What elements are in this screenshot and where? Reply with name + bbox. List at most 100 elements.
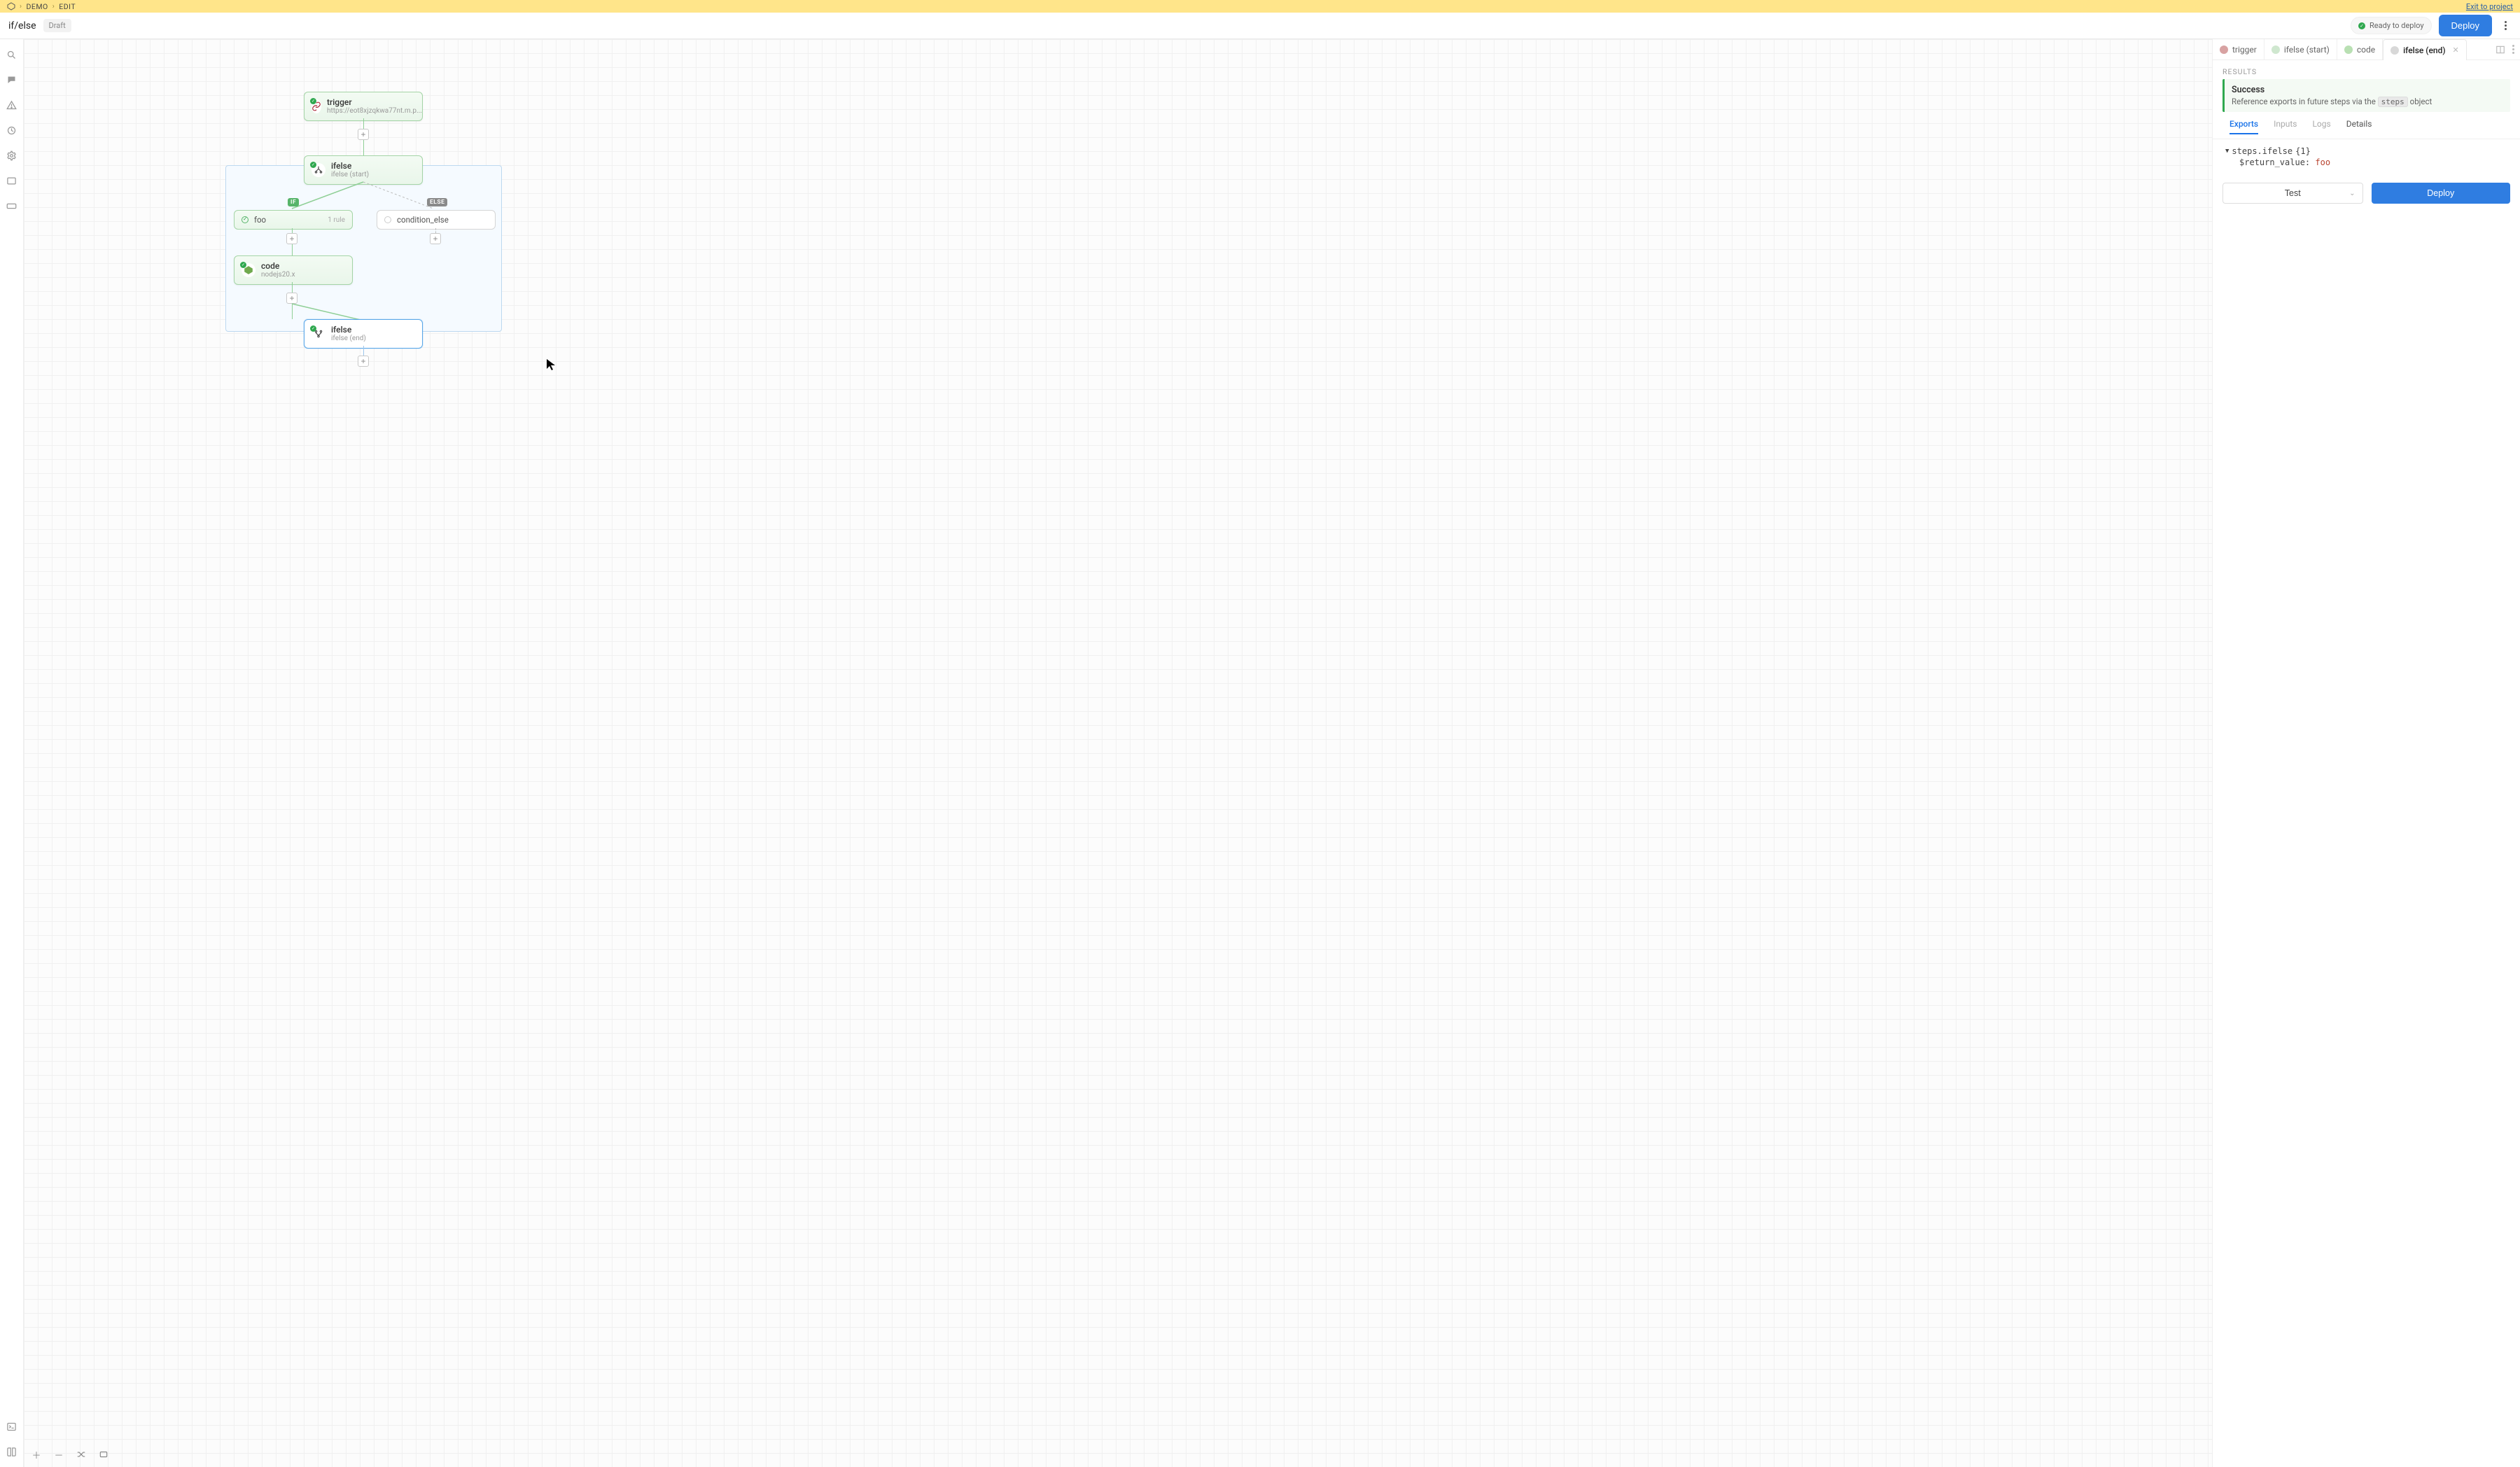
http-icon: ✓	[312, 99, 321, 113]
if-badge: IF	[288, 198, 299, 206]
node-title: trigger	[327, 97, 422, 107]
panel-actions: Test ⌄ Deploy	[2213, 174, 2520, 212]
tab-label: code	[2357, 45, 2375, 55]
branch-connector	[290, 182, 437, 210]
radio-empty-icon	[384, 216, 391, 223]
merge-icon	[2390, 46, 2399, 55]
node-subtitle: ifelse (end)	[331, 335, 366, 343]
connector	[292, 282, 293, 293]
node-subtitle: nodejs20.x	[261, 271, 295, 279]
node-trigger[interactable]: ✓ trigger https://eot8xjzqkwa77nt.m.p...	[304, 92, 423, 121]
tab-label: ifelse (end)	[2403, 45, 2445, 55]
node-title: code	[261, 261, 295, 271]
connector	[363, 140, 364, 155]
cursor-icon	[546, 358, 556, 371]
ready-label: Ready to deploy	[2370, 21, 2424, 30]
condition-label: foo	[254, 215, 266, 225]
condition-label: condition_else	[397, 215, 449, 225]
nodejs-icon	[2344, 45, 2353, 54]
tab-trigger[interactable]: trigger	[2213, 39, 2264, 59]
merge-icon: ✓	[312, 327, 326, 341]
tab-ifelse-end[interactable]: ifelse (end) ✕	[2383, 39, 2467, 60]
connector	[363, 118, 364, 129]
tab-code[interactable]: code	[2337, 39, 2383, 59]
subtab-exports[interactable]: Exports	[2230, 119, 2258, 134]
subtab-logs[interactable]: Logs	[2312, 119, 2330, 134]
deploy-button-panel[interactable]: Deploy	[2372, 183, 2511, 204]
add-step-button[interactable]: +	[430, 233, 441, 244]
window-icon[interactable]	[6, 175, 18, 186]
page-header: if/else Draft ✓ Ready to deploy Deploy	[0, 13, 2520, 39]
connector	[292, 244, 293, 255]
branch-icon	[2272, 45, 2280, 54]
tab-label: trigger	[2232, 45, 2257, 55]
search-icon[interactable]	[6, 49, 18, 60]
export-path: steps.ifelse	[2232, 146, 2292, 156]
subtab-details[interactable]: Details	[2346, 119, 2372, 134]
node-title: ifelse	[331, 161, 369, 171]
keyboard-icon[interactable]	[6, 200, 18, 211]
export-key: $return_value:	[2239, 157, 2310, 167]
add-step-button[interactable]: +	[286, 293, 298, 304]
add-step-button[interactable]: +	[358, 356, 369, 367]
triangle-down-icon[interactable]: ▼	[2225, 148, 2229, 155]
success-description: Reference exports in future steps via th…	[2232, 97, 2503, 106]
panel-tabs: trigger ifelse (start) code ifelse (end)…	[2213, 39, 2520, 60]
add-step-button[interactable]: +	[358, 129, 369, 140]
subtab-inputs[interactable]: Inputs	[2274, 119, 2297, 134]
left-icon-rail	[0, 39, 24, 1467]
more-menu-button[interactable]	[2499, 21, 2512, 30]
deploy-button[interactable]: Deploy	[2439, 15, 2492, 36]
exit-to-project-link[interactable]: Exit to project	[2466, 2, 2513, 11]
zoom-in-icon[interactable]: ＋	[31, 1449, 42, 1460]
shuffle-icon[interactable]	[76, 1449, 87, 1460]
settings-icon[interactable]	[6, 150, 18, 161]
success-box: Success Reference exports in future step…	[2222, 79, 2510, 112]
workflow-canvas[interactable]: ✓ trigger https://eot8xjzqkwa77nt.m.p...…	[24, 39, 2212, 1467]
node-title: ifelse	[331, 325, 366, 335]
result-subtabs: Exports Inputs Logs Details	[2213, 112, 2520, 139]
results-heading: RESULTS	[2213, 60, 2520, 79]
node-code[interactable]: ✓ code nodejs20.x	[234, 255, 353, 285]
add-step-button[interactable]: +	[286, 233, 298, 244]
chevron-down-icon: ⌄	[2349, 190, 2355, 197]
warning-icon[interactable]	[6, 99, 18, 111]
connector	[435, 228, 436, 233]
book-icon[interactable]	[6, 1446, 18, 1457]
layout-icon[interactable]	[2496, 45, 2505, 55]
history-icon[interactable]	[6, 125, 18, 136]
draft-badge: Draft	[43, 19, 71, 32]
if-condition-node[interactable]: foo 1 rule	[234, 210, 353, 230]
node-subtitle: ifelse (start)	[331, 171, 369, 179]
http-icon	[2220, 45, 2228, 54]
connector	[363, 346, 364, 356]
tab-label: ifelse (start)	[2284, 45, 2330, 55]
ready-status: ✓ Ready to deploy	[2351, 17, 2432, 34]
canvas-tools: ＋ －	[31, 1449, 109, 1460]
success-title: Success	[2232, 85, 2503, 95]
else-condition-node[interactable]: condition_else	[377, 210, 496, 230]
right-panel: trigger ifelse (start) code ifelse (end)…	[2212, 39, 2520, 1467]
more-icon[interactable]	[2512, 45, 2514, 54]
nodejs-icon: ✓	[241, 263, 255, 277]
else-badge: ELSE	[427, 198, 447, 206]
node-subtitle: https://eot8xjzqkwa77nt.m.p...	[327, 107, 422, 115]
zoom-out-icon[interactable]: －	[53, 1449, 64, 1460]
check-icon	[241, 216, 248, 223]
terminal-icon[interactable]	[6, 1421, 18, 1432]
exports-tree: ▼ steps.ifelse {1} $return_value: foo	[2213, 139, 2520, 174]
test-button[interactable]: Test ⌄	[2222, 183, 2363, 204]
fit-view-icon[interactable]	[98, 1449, 109, 1460]
chevron-right-icon: ›	[52, 3, 55, 10]
tab-ifelse-start[interactable]: ifelse (start)	[2264, 39, 2337, 59]
branch-icon: ✓	[312, 163, 326, 177]
chevron-right-icon: ›	[20, 3, 22, 10]
check-circle-icon: ✓	[2358, 22, 2365, 29]
breadcrumb-page[interactable]: EDIT	[59, 2, 76, 11]
node-ifelse-start[interactable]: ✓ ifelse ifelse (start)	[304, 155, 423, 185]
node-ifelse-end[interactable]: ✓ ifelse ifelse (end)	[304, 319, 423, 349]
breadcrumb-org[interactable]: DEMO	[27, 2, 48, 11]
close-icon[interactable]: ✕	[2453, 45, 2459, 55]
chat-icon[interactable]	[6, 74, 18, 85]
breadcrumb-bar: › DEMO › EDIT Exit to project	[0, 0, 2520, 13]
